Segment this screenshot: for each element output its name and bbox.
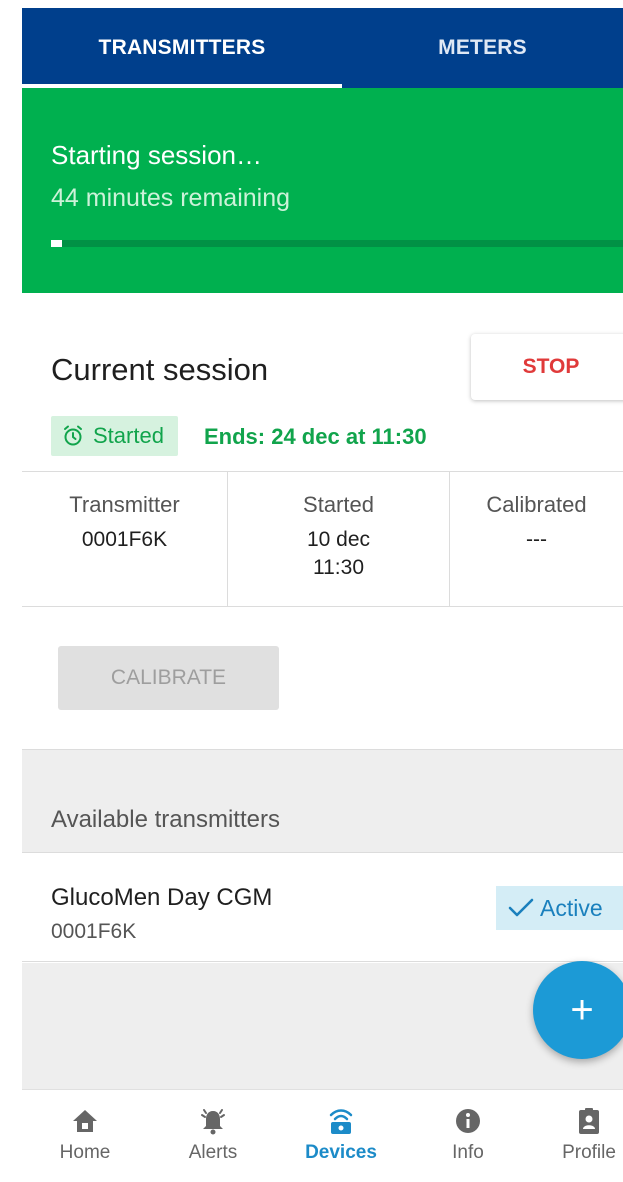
checkmark-icon	[508, 898, 534, 917]
status-badge-label: Started	[93, 423, 164, 448]
info-icon	[456, 1109, 480, 1133]
nav-label: Home	[59, 1142, 111, 1163]
plus-icon: +	[570, 988, 594, 1032]
info-value-line: 10 dec	[306, 528, 371, 551]
active-status-label: Active	[540, 894, 603, 921]
device-name: GlucoMen Day CGM	[51, 884, 273, 911]
nav-label: Profile	[562, 1142, 616, 1163]
nav-item-profile[interactable]: Profile	[534, 1106, 623, 1164]
add-transmitter-button[interactable]: +	[533, 961, 623, 1059]
stop-session-button[interactable]: STOP	[471, 334, 623, 400]
calibrate-button[interactable]: CALIBRATE	[58, 646, 279, 710]
info-value: 10 dec 11:30	[228, 526, 449, 582]
tab-meters-label: METERS	[438, 36, 527, 59]
nav-label: Info	[452, 1142, 484, 1163]
tab-meters[interactable]: METERS	[342, 8, 623, 88]
nav-label: Alerts	[188, 1142, 238, 1163]
list-item-transmitter[interactable]: GlucoMen Day CGM 0001F6K Active	[22, 854, 623, 962]
info-label: Started	[303, 492, 374, 517]
active-status-badge: Active	[496, 886, 623, 930]
banner-remaining-time: 44 minutes remaining	[51, 184, 291, 212]
current-session-title: Current session	[51, 352, 269, 387]
session-end-time: Ends: 24 dec at 11:30	[204, 424, 427, 449]
home-icon	[73, 1110, 97, 1132]
tab-transmitters-label: TRANSMITTERS	[98, 36, 266, 59]
session-info-grid: Transmitter 0001F6K Started 10 dec 11:30…	[22, 471, 623, 607]
alarm-clock-icon	[64, 425, 82, 446]
available-transmitters-section: Available transmitters	[22, 749, 623, 853]
session-progress-fill	[51, 240, 62, 247]
info-started: Started 10 dec 11:30	[228, 472, 450, 606]
device-serial: 0001F6K	[51, 920, 137, 943]
bell-icon	[201, 1109, 225, 1135]
session-status-banner: Starting session… 44 minutes remaining	[22, 88, 623, 293]
list-empty-area	[22, 963, 623, 1089]
info-value: 0001F6K	[22, 526, 227, 554]
nav-label: Devices	[305, 1142, 377, 1163]
info-label: Calibrated	[486, 492, 587, 517]
info-transmitter: Transmitter 0001F6K	[22, 472, 228, 606]
transmitter-icon	[329, 1109, 353, 1134]
devices-screen: TRANSMITTERS METERS Starting session… 44…	[22, 8, 623, 1182]
info-label: Transmitter	[69, 492, 180, 517]
profile-badge-icon	[579, 1108, 599, 1134]
bottom-navigation: Home Alerts Devices Info Profile	[22, 1089, 623, 1182]
info-value: ---	[450, 526, 623, 554]
top-tab-bar: TRANSMITTERS METERS	[22, 8, 623, 88]
info-value-line: 11:30	[313, 556, 364, 579]
nav-item-alerts[interactable]: Alerts	[158, 1106, 268, 1164]
info-calibrated: Calibrated ---	[450, 472, 623, 606]
nav-item-info[interactable]: Info	[413, 1106, 523, 1164]
available-transmitters-header: Available transmitters	[51, 806, 280, 833]
nav-item-home[interactable]: Home	[30, 1106, 140, 1164]
info-value-line: 0001F6K	[81, 528, 168, 551]
tab-transmitters[interactable]: TRANSMITTERS	[22, 8, 342, 88]
session-progress-bar	[51, 240, 623, 247]
status-badge: Started	[51, 416, 178, 456]
nav-item-devices[interactable]: Devices	[286, 1106, 396, 1164]
banner-title: Starting session…	[51, 140, 262, 170]
info-value-line: ---	[526, 528, 547, 551]
